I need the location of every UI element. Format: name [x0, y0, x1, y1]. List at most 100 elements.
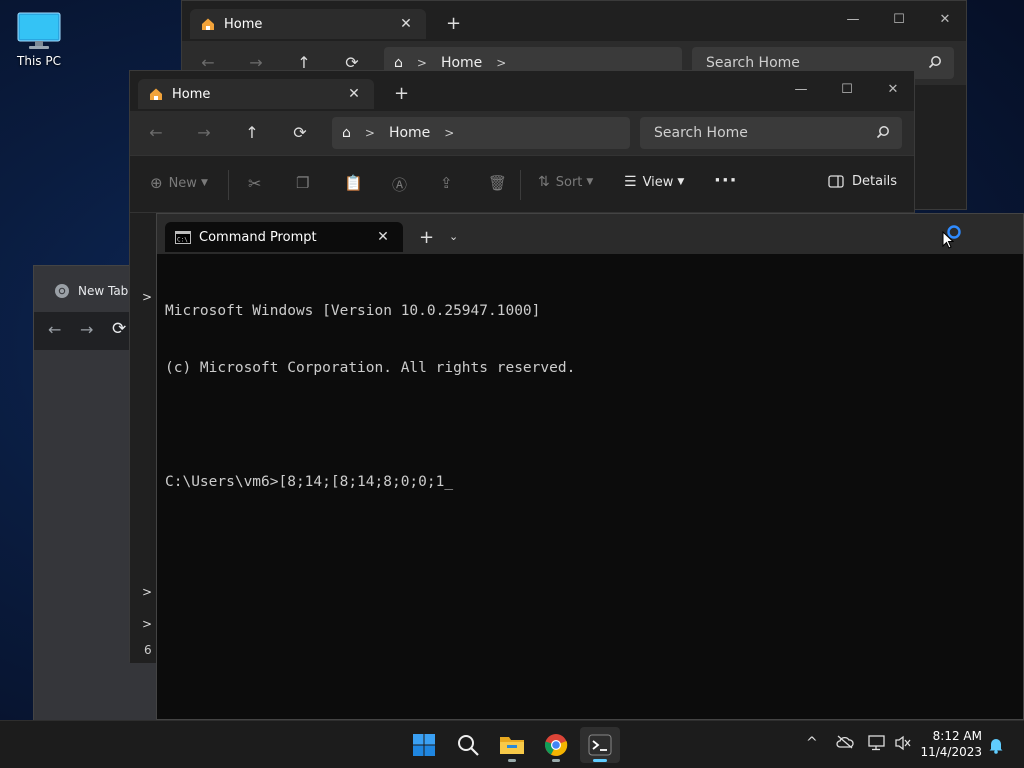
- search-button[interactable]: [448, 727, 488, 763]
- terminal-line: Microsoft Windows [Version 10.0.25947.10…: [165, 303, 541, 319]
- back-arrow-icon[interactable]: ←: [140, 117, 172, 149]
- chrome-reload-icon[interactable]: ⟳: [112, 319, 126, 339]
- refresh-icon[interactable]: ⟳: [284, 117, 316, 149]
- tab-title: Command Prompt: [199, 229, 317, 245]
- close-tab-icon[interactable]: ✕: [396, 16, 416, 32]
- chevron-right-icon[interactable]: >: [142, 617, 152, 631]
- delete-icon[interactable]: 🗑: [488, 174, 507, 192]
- search-placeholder: Search Home: [706, 55, 800, 71]
- paste-icon[interactable]: 📋: [344, 174, 363, 192]
- close-tab-icon[interactable]: ✕: [373, 229, 393, 245]
- search-icon: [928, 55, 942, 69]
- chrome-tab-title: New Tab: [78, 284, 129, 298]
- tab-title: Home: [224, 16, 263, 32]
- chevron-right-icon: >: [364, 126, 375, 140]
- new-label: New: [168, 175, 197, 191]
- running-indicator: [552, 759, 560, 762]
- show-hidden-icons-chevron-icon[interactable]: ^: [806, 735, 818, 751]
- maximize-button[interactable]: ☐: [876, 7, 922, 33]
- maximize-button[interactable]: ☐: [824, 77, 870, 103]
- svg-text:C:\: C:\: [177, 236, 188, 243]
- tab-dropdown-icon[interactable]: ⌄: [449, 230, 458, 243]
- home-outline-icon: ⌂: [394, 55, 403, 71]
- chrome-sidebar-chevron-icon[interactable]: >: [142, 290, 152, 304]
- clock-date: 11/4/2023: [920, 745, 982, 759]
- chrome-icon: [54, 283, 70, 299]
- copy-icon[interactable]: ❐: [296, 174, 309, 192]
- onedrive-offline-icon[interactable]: [836, 735, 854, 749]
- running-indicator: [508, 759, 516, 762]
- title-bar[interactable]: Home ✕ + — ☐ ✕: [130, 71, 914, 109]
- chevron-right-icon: >: [416, 56, 427, 70]
- start-button[interactable]: [404, 727, 444, 763]
- view-list-icon: ☰: [624, 174, 637, 190]
- home-icon: [200, 16, 216, 32]
- clock-time: 8:12 AM: [932, 729, 982, 743]
- close-window-button[interactable]: ✕: [870, 77, 916, 103]
- details-label: Details: [852, 174, 898, 189]
- file-explorer-button[interactable]: [492, 727, 532, 763]
- chevron-down-icon: ▼: [200, 178, 208, 188]
- new-tab-button[interactable]: +: [394, 83, 409, 104]
- active-indicator: [593, 759, 607, 762]
- tab-home[interactable]: Home ✕: [190, 9, 426, 39]
- share-icon[interactable]: ⇪: [440, 174, 453, 192]
- close-window-button[interactable]: ✕: [922, 7, 968, 33]
- cmd-icon: C:\: [175, 230, 191, 244]
- system-clock[interactable]: 8:12 AM 11/4/2023: [920, 728, 982, 760]
- up-arrow-icon[interactable]: ↑: [236, 117, 268, 149]
- details-button[interactable]: Details: [828, 174, 897, 189]
- forward-arrow-icon[interactable]: →: [188, 117, 220, 149]
- command-bar: ⊕ New ▼ ✂ ❐ 📋 Ⓐ ⇪ 🗑 ⇅ Sort ▼ ☰ View ▼ ··…: [130, 155, 914, 213]
- details-pane-icon: [828, 175, 844, 188]
- chrome-forward-icon[interactable]: →: [80, 320, 93, 339]
- rename-icon[interactable]: Ⓐ: [392, 174, 407, 195]
- desktop-icon-this-pc[interactable]: This PC: [8, 8, 70, 78]
- breadcrumb-home[interactable]: Home: [389, 125, 430, 141]
- minimize-button[interactable]: —: [778, 77, 824, 103]
- terminal-title-bar[interactable]: C:\ Command Prompt ✕ + ⌄: [157, 214, 1023, 254]
- tab-home[interactable]: Home ✕: [138, 79, 374, 109]
- chevron-right-icon: >: [444, 126, 455, 140]
- chevron-down-icon: ▼: [586, 177, 594, 187]
- title-bar[interactable]: Home ✕ + — ☐ ✕: [182, 1, 966, 39]
- view-button[interactable]: ☰ View ▼: [624, 174, 684, 190]
- more-options-button[interactable]: ···: [714, 170, 738, 191]
- cut-icon[interactable]: ✂: [248, 174, 261, 193]
- nav-pane: > >: [130, 215, 156, 663]
- mouse-cursor-icon: [942, 231, 954, 249]
- home-icon: [148, 86, 164, 102]
- volume-muted-icon[interactable]: [894, 735, 912, 751]
- new-button[interactable]: ⊕ New ▼: [150, 174, 208, 192]
- tab-title: Home: [172, 86, 211, 102]
- chrome-button[interactable]: [536, 727, 576, 763]
- new-tab-button[interactable]: +: [419, 227, 434, 248]
- chevron-right-icon: >: [496, 56, 507, 70]
- more-label: ···: [714, 170, 738, 191]
- sort-icon: ⇅: [538, 174, 550, 190]
- terminal-icon: [588, 734, 612, 756]
- folder-icon: [499, 734, 525, 756]
- chrome-back-icon[interactable]: ←: [48, 320, 61, 339]
- divider: [520, 170, 521, 200]
- terminal-button[interactable]: [580, 727, 620, 763]
- notification-bell-icon[interactable]: [988, 736, 1004, 754]
- terminal-output[interactable]: Microsoft Windows [Version 10.0.25947.10…: [165, 264, 575, 530]
- terminal-prompt-line: C:\Users\vm6>[8;14;[8;14;8;0;0;1_: [165, 474, 454, 490]
- address-bar[interactable]: ⌂ > Home >: [332, 117, 630, 149]
- close-tab-icon[interactable]: ✕: [344, 86, 364, 102]
- chevron-right-icon[interactable]: >: [142, 585, 152, 599]
- network-icon[interactable]: [868, 735, 886, 751]
- windows-logo-icon: [412, 733, 436, 757]
- minimize-button[interactable]: —: [830, 7, 876, 33]
- search-icon: [876, 125, 890, 139]
- view-label: View: [642, 174, 674, 190]
- sort-button[interactable]: ⇅ Sort ▼: [538, 174, 593, 190]
- breadcrumb-home[interactable]: Home: [441, 55, 482, 71]
- terminal-window[interactable]: C:\ Command Prompt ✕ + ⌄ Microsoft Windo…: [156, 213, 1024, 720]
- tab-command-prompt[interactable]: C:\ Command Prompt ✕: [165, 222, 403, 252]
- search-input[interactable]: Search Home: [640, 117, 902, 149]
- new-tab-button[interactable]: +: [446, 13, 461, 34]
- home-outline-icon: ⌂: [342, 125, 351, 141]
